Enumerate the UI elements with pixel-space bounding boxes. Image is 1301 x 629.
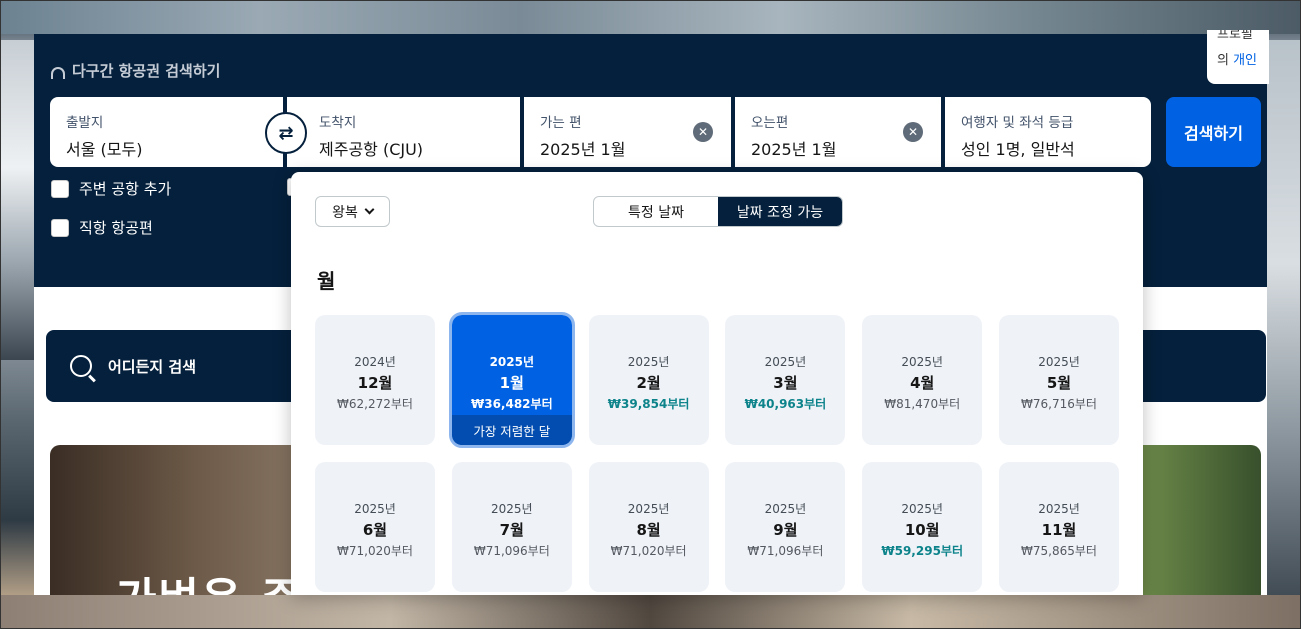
depart-label: 가는 편 — [540, 115, 582, 131]
month-price: ₩71,020부터 — [610, 544, 687, 558]
month-cell[interactable]: 2025년 1월 ₩36,482부터가장 저렴한 달 — [448, 312, 575, 448]
privacy-link[interactable]: 개인 — [1233, 53, 1257, 68]
month-cell[interactable]: 2025년 7월 ₩71,096부터 — [451, 462, 572, 592]
month-year: 2025년 — [627, 502, 670, 516]
search-button[interactable]: 검색하기 — [1166, 97, 1261, 167]
trip-type-value: 왕복 — [332, 204, 358, 221]
promo-headline: 가벼운 주 — [116, 563, 303, 595]
month-price: ₩59,295부터 — [881, 544, 963, 558]
month-cell[interactable]: 2025년 9월 ₩71,096부터 — [725, 462, 846, 592]
swap-button[interactable]: ⇄ — [265, 112, 307, 154]
month-price: ₩81,470부터 — [884, 397, 961, 411]
month-name: 8월 — [636, 521, 661, 539]
tab-specific-dates[interactable]: 특정 날짜 — [594, 197, 718, 226]
close-icon: ✕ — [697, 125, 709, 139]
background-photo-top — [0, 0, 1301, 34]
month-name: 4월 — [910, 374, 935, 392]
month-name: 7월 — [499, 521, 524, 539]
month-price: ₩40,963부터 — [744, 397, 827, 411]
background-photo-bottom — [0, 595, 1301, 629]
month-price: ₩71,020부터 — [337, 544, 413, 558]
multi-city-icon — [50, 64, 65, 79]
month-cell[interactable]: 2024년 12월 ₩62,272부터 — [315, 315, 435, 445]
month-name: 3월 — [773, 374, 798, 392]
checkbox-box[interactable] — [51, 218, 69, 237]
month-year: 2025년 — [491, 502, 533, 516]
origin-field[interactable]: 출발지 서울 (모두) — [50, 97, 283, 167]
clear-depart-button[interactable]: ✕ — [693, 122, 713, 142]
month-price: ₩71,096부터 — [473, 544, 550, 558]
month-year: 2025년 — [1038, 502, 1080, 516]
cookie-notice-line1: 프로필 — [1217, 30, 1253, 42]
trip-type-select[interactable]: 왕복 — [315, 196, 390, 227]
destination-value: 제주공항 (CJU) — [319, 140, 424, 159]
month-year: 2024년 — [354, 355, 396, 369]
passengers-field[interactable]: 여행자 및 좌석 등급 성인 1명, 일반석 — [945, 97, 1151, 167]
month-cell[interactable]: 2025년 5월 ₩76,716부터 — [999, 315, 1119, 445]
month-name: 9월 — [773, 521, 798, 539]
month-year: 2025년 — [901, 502, 943, 516]
panel-title: 다구간 항공권 검색하기 — [50, 60, 220, 81]
month-name: 6월 — [362, 521, 388, 539]
direct-flights-checkbox[interactable]: 직항 항공편 — [51, 217, 153, 238]
cookie-notice-prefix: 의 — [1217, 53, 1234, 68]
month-price: ₩39,854부터 — [607, 397, 690, 411]
tab-flexible-dates[interactable]: 날짜 조정 가능 — [718, 197, 842, 226]
swap-icon: ⇄ — [278, 122, 294, 144]
search-anywhere-label: 어디든지 검색 — [108, 357, 197, 376]
cookie-notice: 프로필 의 개인 — [1207, 30, 1269, 84]
month-cell[interactable]: 2025년 8월 ₩71,020부터 — [588, 462, 709, 592]
cookie-notice-line2: 의 개인 — [1217, 48, 1269, 74]
background-photo-right — [1267, 40, 1301, 600]
passengers-label: 여행자 및 좌석 등급 — [961, 115, 1074, 131]
return-value: 2025년 1월 — [751, 140, 837, 159]
month-year: 2025년 — [764, 355, 807, 369]
month-price: ₩75,865부터 — [1021, 544, 1097, 558]
close-icon: ✕ — [907, 125, 919, 139]
month-cell[interactable]: 2025년 3월 ₩40,963부터 — [725, 315, 846, 445]
month-cell[interactable]: 2025년 6월 ₩71,020부터 — [315, 462, 435, 592]
globe-search-icon — [70, 355, 92, 377]
month-name: 10월 — [904, 521, 940, 539]
clear-return-button[interactable]: ✕ — [903, 122, 923, 142]
month-price: ₩76,716부터 — [1021, 397, 1097, 411]
date-mode-toggle: 특정 날짜 날짜 조정 가능 — [593, 196, 843, 227]
month-year: 2025년 — [627, 355, 670, 369]
month-price: ₩62,272부터 — [337, 397, 413, 411]
month-name: 1월 — [499, 374, 524, 392]
month-name: 11월 — [1041, 521, 1077, 539]
origin-value: 서울 (모두) — [66, 140, 143, 159]
month-year: 2025년 — [489, 355, 535, 369]
nearby-airports-checkbox[interactable]: 주변 공항 추가 — [51, 178, 171, 199]
month-cell[interactable]: 2025년 11월 ₩75,865부터 — [999, 462, 1119, 592]
month-cell[interactable]: 2025년 10월 ₩59,295부터 — [862, 462, 983, 592]
passengers-value: 성인 1명, 일반석 — [961, 140, 1075, 159]
origin-label: 출발지 — [66, 115, 104, 131]
month-year: 2025년 — [901, 355, 943, 369]
return-label: 오는편 — [751, 115, 789, 131]
panel-title-text[interactable]: 다구간 항공권 검색하기 — [72, 60, 220, 81]
month-price: ₩71,096부터 — [747, 544, 824, 558]
month-price: ₩36,482부터 — [470, 397, 553, 411]
month-cell[interactable]: 2025년 4월 ₩81,470부터 — [862, 315, 983, 445]
checkbox-box[interactable] — [51, 179, 69, 198]
destination-label: 도착지 — [319, 115, 357, 131]
month-year: 2025년 — [354, 502, 396, 516]
month-name: 5월 — [1046, 374, 1072, 392]
month-year: 2025년 — [1038, 355, 1080, 369]
month-name: 2월 — [636, 374, 661, 392]
destination-field[interactable]: 도착지 제주공항 (CJU) — [287, 97, 520, 167]
background-photo-left — [0, 40, 34, 360]
month-year: 2025년 — [764, 502, 807, 516]
month-heading: 월 — [317, 269, 336, 293]
depart-value: 2025년 1월 — [540, 140, 626, 159]
cheapest-month-badge: 가장 저렴한 달 — [451, 415, 572, 445]
date-picker-popup: 왕복 특정 날짜 날짜 조정 가능 월 2024년 12월 ₩62,272부터 202… — [291, 172, 1143, 595]
nearby-airports-label: 주변 공항 추가 — [79, 180, 172, 198]
month-name: 12월 — [357, 374, 393, 392]
chevron-down-icon — [364, 204, 375, 215]
month-cell[interactable]: 2025년 2월 ₩39,854부터 — [588, 315, 709, 445]
direct-flights-label: 직항 항공편 — [79, 219, 153, 237]
